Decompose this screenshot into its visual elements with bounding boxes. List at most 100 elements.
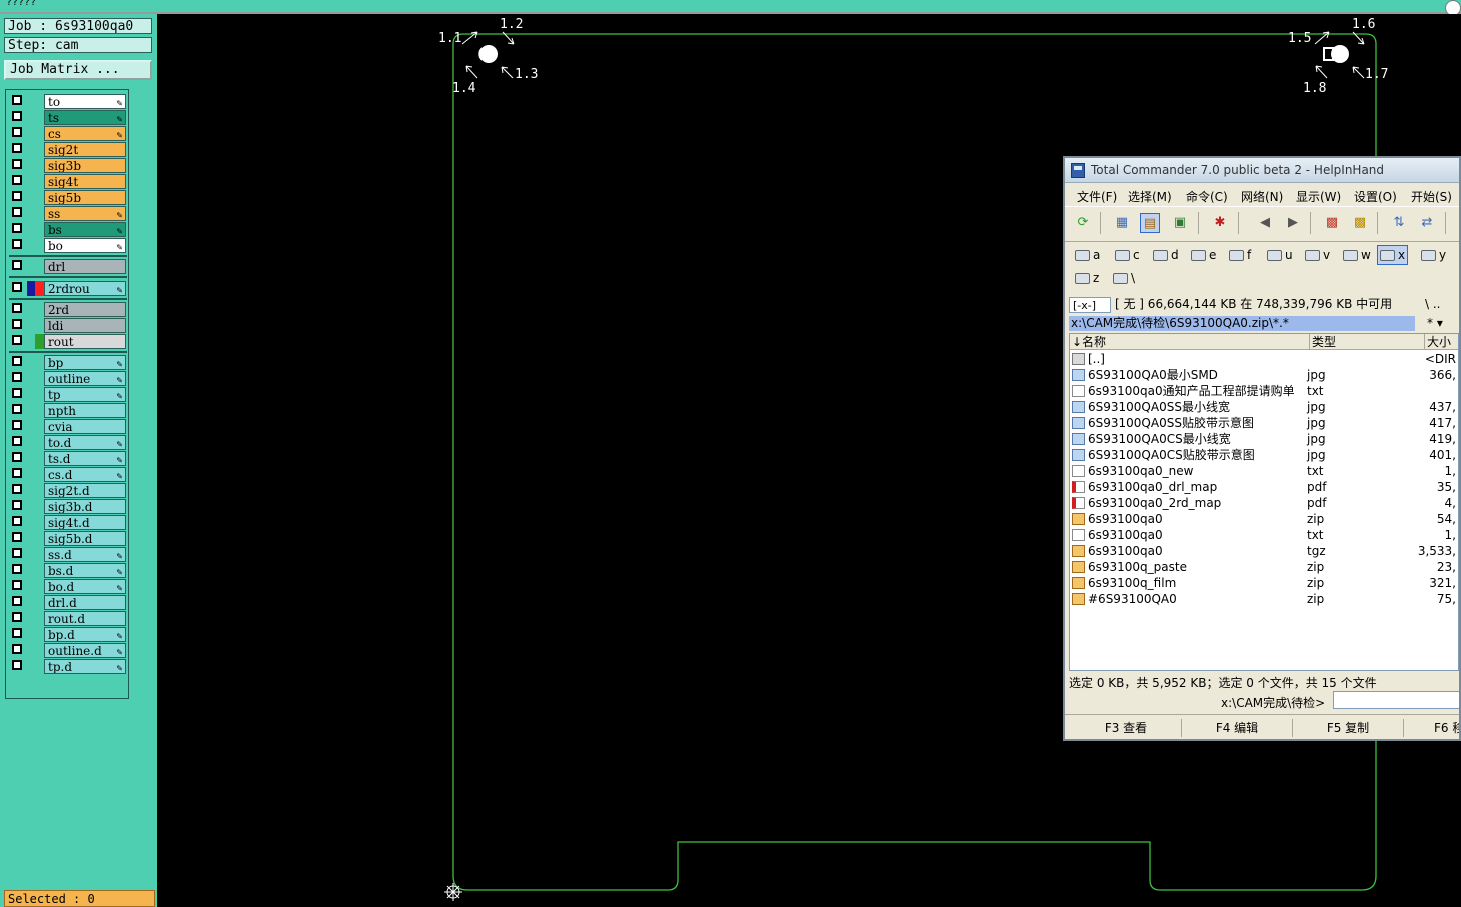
file-list-item[interactable]: 6s93100qa0 zip 54, [1070, 511, 1458, 527]
total-commander-window[interactable]: Total Commander 7.0 public beta 2 - Help… [1063, 156, 1461, 741]
layer-name[interactable]: outline.d ✎ [44, 643, 126, 658]
layer-checkbox[interactable] [12, 420, 22, 430]
layer-name[interactable]: rout.d [44, 611, 126, 626]
layer-row[interactable]: bp ✎ [9, 355, 129, 370]
layer-row[interactable]: sig5b [9, 190, 129, 205]
layer-checkbox[interactable] [12, 564, 22, 574]
layer-checkbox[interactable] [12, 484, 22, 494]
file-list-item[interactable]: 6s93100qa0通知产品工程部提请购单 txt [1070, 383, 1458, 399]
layer-row[interactable]: to.d ✎ [9, 435, 129, 450]
layer-name[interactable]: ts ✎ [44, 110, 126, 125]
brief-view-icon[interactable]: ▦ [1112, 213, 1132, 233]
layer-name[interactable]: outline ✎ [44, 371, 126, 386]
layer-checkbox[interactable] [12, 111, 22, 121]
layer-checkbox[interactable] [12, 191, 22, 201]
layer-name[interactable]: cs.d ✎ [44, 467, 126, 482]
layer-name[interactable]: cvia [44, 419, 126, 434]
layer-row[interactable]: sig3b.d [9, 499, 129, 514]
filter-dropdown[interactable]: * ▾ [1427, 316, 1443, 331]
column-type-header[interactable]: 类型 [1310, 334, 1425, 350]
drive-z[interactable]: z [1075, 269, 1099, 287]
file-list-item[interactable]: 6s93100qa0_new txt 1, [1070, 463, 1458, 479]
layer-row[interactable]: 2rdrou ✎ [9, 281, 129, 296]
drive-f[interactable]: f [1229, 246, 1251, 264]
file-list-panel[interactable]: ↓名称 类型 大小 [..] <DIR 6S93100QA0最小SMD jpg 366,… [1069, 333, 1459, 671]
layer-checkbox[interactable] [12, 468, 22, 478]
layer-checkbox[interactable] [12, 303, 22, 313]
layer-checkbox[interactable] [12, 612, 22, 622]
file-list-item[interactable]: 6S93100QA0SS贴胶带示意图 jpg 417, [1070, 415, 1458, 431]
layer-name[interactable]: ss ✎ [44, 206, 126, 221]
layer-checkbox[interactable] [12, 95, 22, 105]
layer-row[interactable]: outline.d ✎ [9, 643, 129, 658]
layer-row[interactable]: bo ✎ [9, 238, 129, 253]
layer-checkbox[interactable] [12, 143, 22, 153]
file-list-item[interactable]: [..] <DIR [1070, 351, 1458, 367]
layer-name[interactable]: sig5b [44, 190, 126, 205]
file-list-item[interactable]: 6s93100qa0 tgz 3,533, [1070, 543, 1458, 559]
layer-checkbox[interactable] [12, 159, 22, 169]
layer-name[interactable]: drl.d [44, 595, 126, 610]
drive-v[interactable]: v [1305, 246, 1330, 264]
layer-row[interactable]: to ✎ [9, 94, 129, 109]
menu-start[interactable]: 开始(S) [1411, 188, 1452, 205]
f4-edit-button[interactable]: F4 编辑 [1182, 719, 1293, 737]
file-list-item[interactable]: 6S93100QA0CS最小线宽 jpg 419, [1070, 431, 1458, 447]
layer-checkbox[interactable] [12, 388, 22, 398]
layer-row[interactable]: cs.d ✎ [9, 467, 129, 482]
layer-row[interactable]: 2rd [9, 302, 129, 317]
layer-name[interactable]: rout [44, 334, 126, 349]
layer-row[interactable]: sig5b.d [9, 531, 129, 546]
layer-row[interactable]: ts ✎ [9, 110, 129, 125]
layer-name[interactable]: bs.d ✎ [44, 563, 126, 578]
layer-checkbox[interactable] [12, 404, 22, 414]
back-arrow-icon[interactable]: ◀ [1255, 213, 1275, 233]
file-list-item[interactable]: #6S93100QA0 zip 75, [1070, 591, 1458, 607]
layer-checkbox[interactable] [12, 628, 22, 638]
drive-x[interactable]: x [1377, 245, 1409, 265]
layer-row[interactable]: bo.d ✎ [9, 579, 129, 594]
current-path-bar[interactable]: x:\CAM完成\待检\6S93100QA0.zip\*.* [1069, 316, 1415, 331]
layer-name[interactable]: bp.d ✎ [44, 627, 126, 642]
layer-row[interactable]: drl.d [9, 595, 129, 610]
layer-row[interactable]: sig4t.d [9, 515, 129, 530]
layer-name[interactable]: bo.d ✎ [44, 579, 126, 594]
layer-row[interactable]: rout.d [9, 611, 129, 626]
layer-row[interactable]: ldi [9, 318, 129, 333]
job-matrix-button[interactable]: Job Matrix ... [4, 60, 152, 80]
layer-checkbox[interactable] [12, 207, 22, 217]
f3-view-button[interactable]: F3 查看 [1071, 719, 1182, 737]
layer-row[interactable]: outline ✎ [9, 371, 129, 386]
drive-y[interactable]: y [1421, 246, 1446, 264]
drive-w[interactable]: w [1343, 246, 1371, 264]
layer-row[interactable]: sig3b [9, 158, 129, 173]
drive-network-root[interactable]: \ [1113, 269, 1135, 287]
layer-checkbox[interactable] [12, 356, 22, 366]
file-list-item[interactable]: 6s93100q_paste zip 23, [1070, 559, 1458, 575]
full-view-icon[interactable]: ▤ [1140, 213, 1160, 233]
layer-name[interactable]: ss.d ✎ [44, 547, 126, 562]
layer-row[interactable]: ss ✎ [9, 206, 129, 221]
layer-checkbox[interactable] [12, 500, 22, 510]
unpack-icon[interactable]: ▩ [1350, 213, 1370, 233]
layer-row[interactable]: drl [9, 259, 129, 274]
tc-title-bar[interactable]: Total Commander 7.0 public beta 2 - Help… [1065, 158, 1459, 183]
layer-row[interactable]: tp.d ✎ [9, 659, 129, 674]
layer-name[interactable]: ts.d ✎ [44, 451, 126, 466]
menu-select[interactable]: 选择(M) [1128, 188, 1172, 205]
layer-name[interactable]: 2rdrou ✎ [44, 281, 126, 296]
layer-row[interactable]: cs ✎ [9, 126, 129, 141]
drive-d[interactable]: d [1153, 246, 1179, 264]
column-name-header[interactable]: ↓名称 [1070, 334, 1310, 350]
layer-row[interactable]: tp ✎ [9, 387, 129, 402]
layer-checkbox[interactable] [12, 127, 22, 137]
layer-name[interactable]: npth [44, 403, 126, 418]
layer-name[interactable]: to.d ✎ [44, 435, 126, 450]
layer-checkbox[interactable] [12, 580, 22, 590]
menu-settings[interactable]: 设置(O) [1354, 188, 1397, 205]
layer-name[interactable]: to ✎ [44, 94, 126, 109]
layer-checkbox[interactable] [12, 372, 22, 382]
layer-row[interactable]: ts.d ✎ [9, 451, 129, 466]
file-list-item[interactable]: 6S93100QA0最小SMD jpg 366, [1070, 367, 1458, 383]
layer-name[interactable]: sig2t [44, 142, 126, 157]
